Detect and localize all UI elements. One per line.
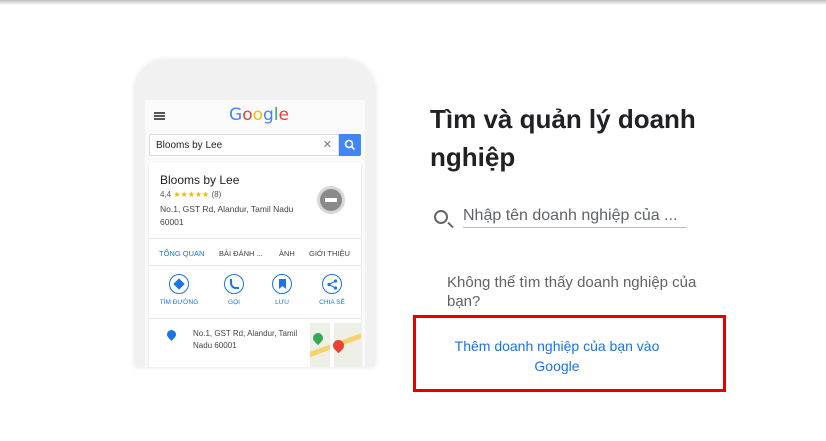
address-row-text: No.1, GST Rd, Alandur, Tamil Nadu 60001: [193, 329, 298, 350]
location-pin-icon: [165, 328, 178, 341]
tab-about: GIỚI THIỆU: [309, 249, 350, 258]
business-name: Blooms by Lee: [160, 173, 240, 187]
page-title: Tìm và quản lý doanh nghiệp: [430, 104, 696, 172]
tab-photos: ẢNH: [279, 249, 295, 258]
cant-find-text: Không thể tìm thấy doanh nghiệp của bạn?: [447, 274, 697, 310]
directions-icon: [169, 274, 189, 294]
phone-search-box: Blooms by Lee ✕: [149, 134, 339, 156]
rating-stars: ★★★★★: [173, 190, 210, 199]
business-address: No.1, GST Rd, Alandur, Tamil Nadu 60001: [160, 204, 294, 227]
green-pin-icon: [310, 330, 326, 346]
tab-overview: TỔNG QUAN: [159, 249, 205, 258]
phone-icon: [224, 274, 244, 294]
business-card: Blooms by Lee 4,4 ★★★★★ (8) No.1, GST Rd…: [149, 163, 361, 367]
rating-value: 4,4: [160, 190, 172, 199]
action-directions: TÌM ĐƯỜNG: [154, 274, 204, 306]
search-icon: [344, 139, 356, 151]
search-icon: [434, 210, 448, 224]
top-shadow: [0, 0, 826, 5]
no-entry-icon: [317, 186, 345, 214]
action-save: LƯU: [257, 274, 307, 306]
business-tabs: TỔNG QUAN BÀI ĐÁNH ... ẢNH GIỚI THIỆU: [149, 238, 361, 266]
business-search-input[interactable]: [463, 204, 687, 228]
add-business-link[interactable]: Thêm doanh nghiệp của bạn vào Google: [441, 336, 673, 376]
action-share: CHIA SẺ: [307, 274, 357, 306]
phone-mockup: Google Blooms by Lee ✕ Blooms by Lee 4,4…: [135, 60, 375, 367]
business-rating: 4,4 ★★★★★ (8): [160, 190, 221, 199]
phone-screen: Google Blooms by Lee ✕ Blooms by Lee 4,4…: [145, 100, 365, 367]
address-row: No.1, GST Rd, Alandur, Tamil Nadu 60001: [149, 320, 361, 367]
clear-icon: ✕: [322, 139, 332, 151]
review-count: (8): [211, 190, 222, 199]
google-logo: Google: [229, 105, 289, 125]
business-search: [432, 204, 687, 230]
share-icon: [322, 274, 342, 294]
action-call: GỌI: [209, 274, 259, 306]
phone-search-button: [339, 134, 361, 156]
business-actions: TÌM ĐƯỜNG GỌI LƯU CHIA SẺ: [149, 269, 361, 319]
hamburger-menu-icon: [154, 112, 165, 120]
google-header: Google: [145, 100, 365, 132]
phone-search-value: Blooms by Lee: [156, 140, 223, 151]
bookmark-icon: [272, 274, 292, 294]
mini-map: [310, 323, 361, 367]
tab-reviews: BÀI ĐÁNH ...: [219, 249, 263, 258]
